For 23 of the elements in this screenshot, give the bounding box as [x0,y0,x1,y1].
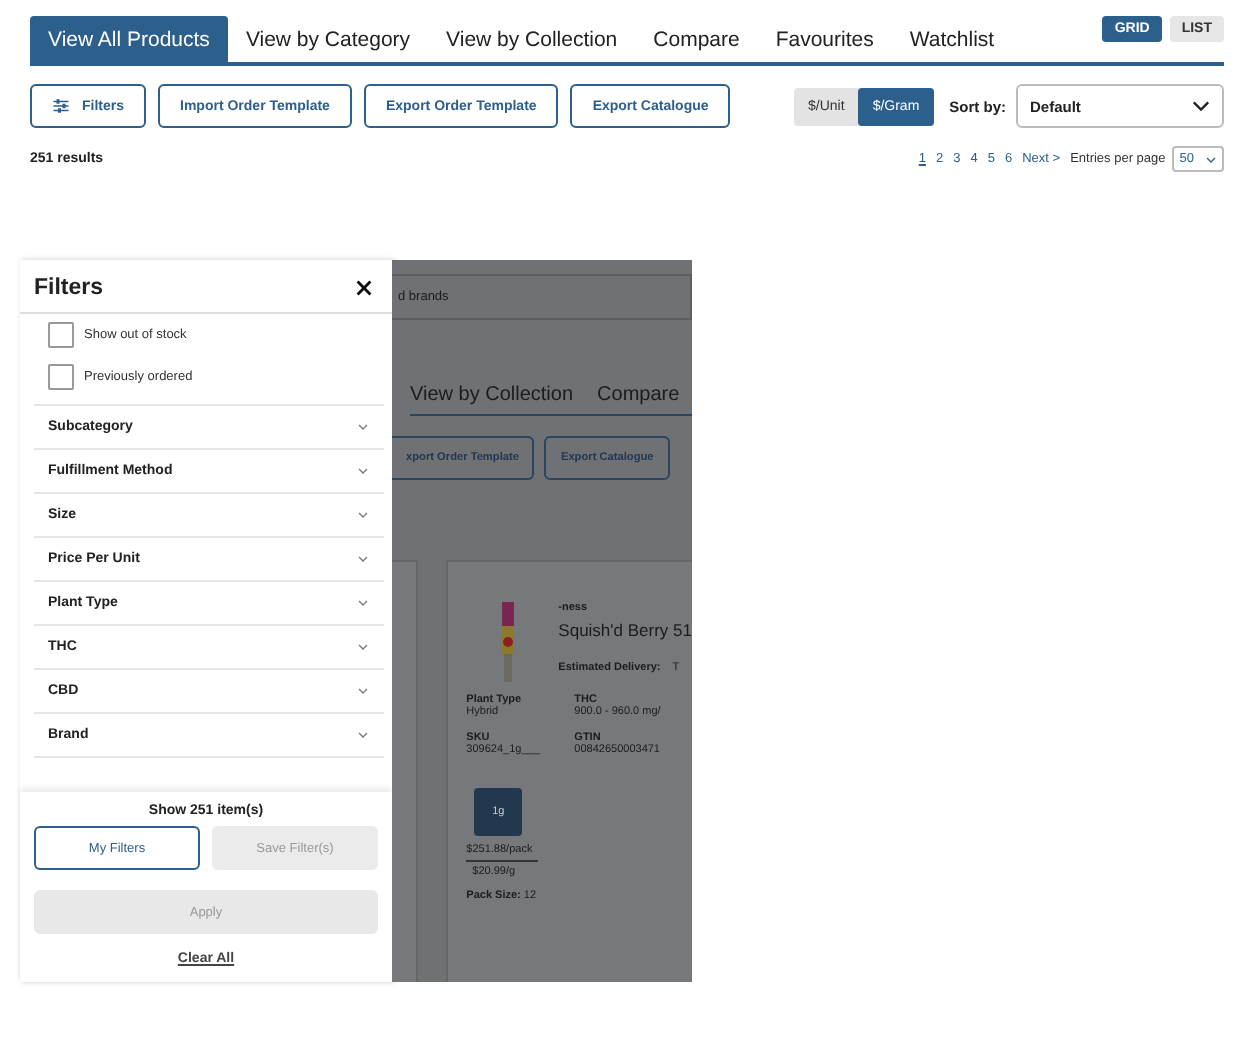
chevron-down-icon [358,512,368,518]
panel-title: Filters [34,276,104,300]
tab[interactable]: View by Collection [428,16,636,62]
chevron-down-icon [358,424,368,430]
chevron-down-icon [1206,155,1216,163]
sliders-icon [52,98,70,114]
tab[interactable]: Compare [635,16,758,62]
chevron-down-icon [1192,100,1210,112]
tab[interactable]: View by Category [227,16,429,62]
chevron-down-icon [358,732,368,738]
checkbox[interactable] [48,364,74,390]
tab[interactable]: View All Products [30,16,228,62]
tab[interactable]: Watchlist [891,16,1013,62]
close-icon[interactable] [356,280,372,296]
chevron-down-icon [358,688,368,694]
tab[interactable]: Favourites [757,16,892,62]
chevron-down-icon [358,468,368,474]
chevron-down-icon [358,600,368,606]
cartridge-drawing [498,602,519,682]
chevron-down-icon [358,644,368,650]
product-name: Squish'd Berry 51 [558,620,692,640]
checkbox[interactable] [48,322,74,348]
chevron-down-icon [358,556,368,562]
